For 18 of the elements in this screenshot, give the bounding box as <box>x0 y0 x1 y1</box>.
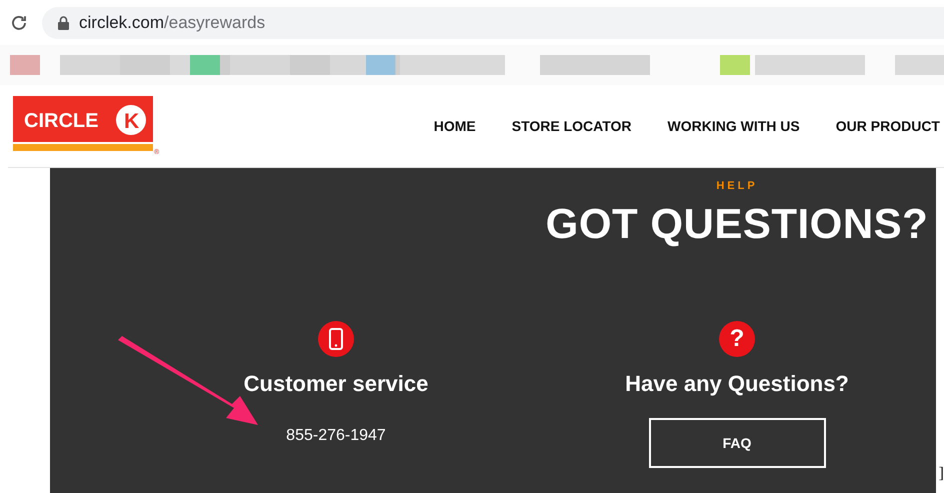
section-eyebrow: HELP <box>716 180 758 192</box>
cut-text: ] <box>938 465 944 483</box>
url-path: /easyrewards <box>164 12 266 32</box>
question-icon: ? <box>719 321 755 357</box>
phone-icon <box>318 321 354 357</box>
nav-link[interactable]: OUR PRODUCT <box>836 118 940 134</box>
nav-link[interactable]: WORKING WITH US <box>668 118 800 134</box>
section-title: GOT QUESTIONS? <box>546 200 928 248</box>
reload-icon[interactable] <box>10 14 28 32</box>
url-host: circlek.com <box>79 12 164 32</box>
nav-link[interactable]: STORE LOCATOR <box>512 118 632 134</box>
lock-icon <box>58 16 69 30</box>
faq-button[interactable]: FAQ <box>648 418 826 468</box>
nav-link[interactable]: HOME <box>434 118 476 134</box>
address-bar[interactable]: circlek.com/easyrewards <box>42 6 944 38</box>
column-title: Have any Questions? <box>625 371 849 397</box>
phone-number: 855-276-1947 <box>286 427 386 445</box>
column-title: Customer service <box>244 371 428 397</box>
